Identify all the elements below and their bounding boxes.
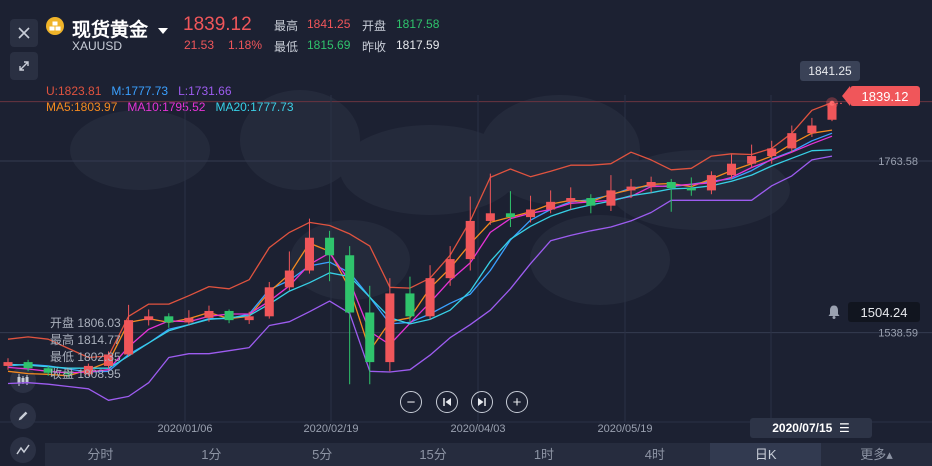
candle-body — [405, 293, 415, 317]
readout-open: 开盘 1806.03 — [50, 316, 121, 330]
crosshair-readout: 开盘 1806.03 最高 1814.77 最低 1802.35 收盘 1808… — [50, 315, 121, 383]
candlestick — [385, 278, 395, 372]
tab-timeframe-more[interactable]: 更多▴ — [821, 443, 932, 466]
candle-body — [586, 198, 596, 206]
y-tick-label: 1763.58 — [878, 156, 918, 168]
current-date-pill[interactable]: 2020/07/15 ☰ — [750, 418, 872, 438]
readout-high: 最高 1814.77 — [50, 333, 121, 347]
high-price-tag: 1841.25 — [800, 61, 860, 81]
candle-body — [224, 310, 234, 321]
candle-body — [345, 255, 355, 313]
tab-timeframe-15m[interactable]: 15分 — [378, 443, 489, 466]
candle-body — [726, 163, 737, 176]
candle-body — [264, 287, 274, 317]
candle-body — [566, 198, 576, 202]
tab-timeframe-5m[interactable]: 5分 — [267, 443, 378, 466]
candle-body — [144, 316, 154, 321]
candlestick — [164, 313, 174, 328]
candle-body — [526, 209, 536, 218]
candle-body — [425, 278, 435, 317]
candle-body — [23, 362, 33, 369]
candlestick — [807, 117, 817, 137]
candle-body — [244, 316, 254, 321]
candle-body — [284, 270, 294, 288]
skip-back-icon — [443, 398, 451, 406]
candle-body — [164, 316, 174, 323]
candle-body — [445, 259, 455, 279]
price-chart[interactable]: 1763.58 1538.59 2020/01/06 2020/02/19 2020/0… — [0, 0, 932, 466]
next-button[interactable] — [471, 391, 493, 413]
candle-body — [706, 175, 716, 191]
x-tick-label: 2020/04/03 — [450, 423, 505, 435]
candle-body — [546, 201, 556, 210]
tab-timeframe-1m[interactable]: 1分 — [156, 443, 267, 466]
candle-body — [626, 186, 636, 191]
tab-timeframe-4h[interactable]: 4时 — [599, 443, 710, 466]
current-date: 2020/07/15 — [772, 421, 833, 435]
candle-body — [767, 148, 777, 157]
bell-icon — [828, 305, 840, 319]
x-tick-label: 2020/01/06 — [157, 423, 212, 435]
x-tick-label: 2020/05/19 — [597, 423, 652, 435]
candle-body — [124, 320, 134, 355]
candlestick — [425, 265, 435, 320]
candle-body — [3, 362, 13, 366]
candle-body — [184, 317, 194, 323]
candlestick — [144, 309, 154, 326]
candle-body — [204, 310, 214, 318]
candle-body — [787, 133, 797, 149]
candlestick — [405, 276, 415, 323]
skip-forward-icon — [478, 398, 486, 406]
map-region — [70, 110, 210, 190]
candlestick — [124, 304, 134, 356]
candle-body — [485, 213, 495, 221]
x-tick-label: 2020/02/19 — [303, 423, 358, 435]
y-tick-label: 1538.59 — [878, 328, 918, 340]
candle-body — [365, 312, 375, 363]
candle-body — [325, 237, 335, 256]
prev-button[interactable] — [436, 391, 458, 413]
candlestick — [505, 191, 515, 228]
last-price-tag: 1839.12 — [850, 86, 920, 106]
candle-body — [807, 125, 817, 134]
alert-price-value: 1504.24 — [848, 302, 920, 322]
zoom-in-button[interactable]: + — [506, 391, 528, 413]
candlestick — [304, 218, 314, 274]
candlestick — [264, 281, 274, 319]
candle-body — [304, 237, 314, 271]
menu-icon: ☰ — [838, 421, 850, 435]
candlestick — [345, 246, 355, 385]
tab-timeframe-1h[interactable]: 1时 — [489, 443, 600, 466]
price-alert-button[interactable] — [826, 304, 842, 325]
overlay-layer — [826, 97, 842, 110]
candle-body — [646, 182, 656, 187]
candlestick — [224, 309, 234, 324]
zoom-out-button[interactable]: − — [400, 391, 422, 413]
candle-body — [505, 213, 515, 218]
timeframe-bar: 分时 1分 5分 15分 1时 4时 日K 更多▴ — [45, 443, 932, 466]
candlestick — [445, 246, 455, 286]
chart-app: 现货黄金 XAUUSD 1839.12 21.53 1.18% 最高 1841.… — [0, 0, 932, 466]
candle-body — [686, 188, 696, 191]
candle-body — [385, 293, 395, 363]
candle-body — [606, 190, 616, 206]
candle-body — [747, 156, 757, 164]
readout-close: 收盘 1808.95 — [50, 367, 121, 381]
tab-timeframe-intraday[interactable]: 分时 — [45, 443, 156, 466]
readout-low: 最低 1802.35 — [50, 350, 121, 364]
candle-body — [465, 220, 475, 260]
last-price-pointer — [842, 86, 850, 106]
candle-body — [666, 182, 676, 189]
tab-timeframe-daily[interactable]: 日K — [710, 443, 822, 466]
